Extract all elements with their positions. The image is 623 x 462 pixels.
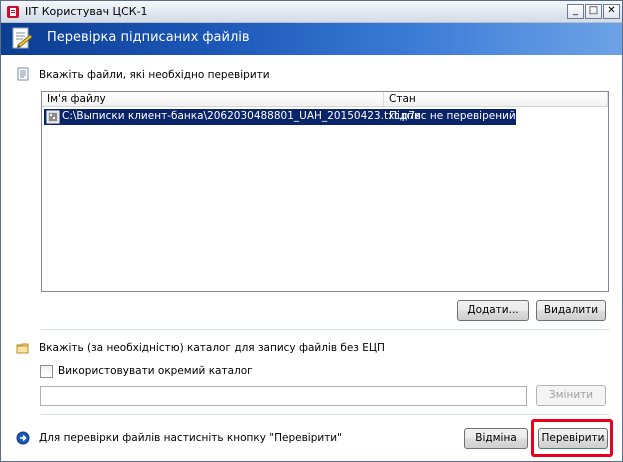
section-divider <box>41 414 609 415</box>
signed-document-icon <box>12 27 33 49</box>
separate-folder-checkbox[interactable] <box>40 365 53 378</box>
files-instruction: Вкажіть файли, які необхідно перевірити <box>39 69 270 81</box>
files-list[interactable]: Ім'я файлу Стан C:\Выписки клиент-банка\… <box>41 91 609 292</box>
signed-file-icon <box>46 110 60 124</box>
page-title: Перевірка підписаних файлів <box>47 30 250 45</box>
folder-path-input[interactable] <box>40 386 527 406</box>
header-banner: Перевірка підписаних файлів <box>1 23 622 55</box>
files-list-header: Ім'я файлу Стан <box>42 92 608 107</box>
remove-files-button[interactable]: Видалити <box>536 300 606 321</box>
change-folder-button[interactable]: Змінити <box>536 385 606 406</box>
section-divider <box>41 329 609 330</box>
column-header-status[interactable]: Стан <box>384 92 608 107</box>
column-header-filename[interactable]: Ім'я файлу <box>42 92 384 107</box>
main-window: ІІТ Користувач ЦСК-1 _ □ ✕ Перевірка під… <box>0 0 623 462</box>
table-row[interactable]: C:\Выписки клиент-банка\2062030488801_UA… <box>44 109 516 125</box>
app-icon <box>7 6 19 18</box>
maximize-button[interactable]: □ <box>585 4 602 19</box>
file-status-cell: Підпис не перевірений <box>389 110 516 122</box>
title-bar[interactable]: ІІТ Користувач ЦСК-1 _ □ ✕ <box>1 1 622 23</box>
folder-icon <box>16 343 29 354</box>
verify-button[interactable]: Перевірити <box>538 428 608 449</box>
add-files-button[interactable]: Додати... <box>457 300 529 321</box>
minimize-button[interactable]: _ <box>567 4 584 19</box>
file-path-cell: C:\Выписки клиент-банка\2062030488801_UA… <box>62 110 421 122</box>
separate-folder-label[interactable]: Використовувати окремий каталог <box>58 365 253 377</box>
document-icon <box>17 67 29 81</box>
close-button[interactable]: ✕ <box>603 4 620 19</box>
cancel-button[interactable]: Відміна <box>464 428 528 449</box>
info-arrow-icon <box>16 431 30 445</box>
folder-instruction: Вкажіть (за необхідністю) каталог для за… <box>39 342 385 354</box>
window-title: ІІТ Користувач ЦСК-1 <box>25 5 148 18</box>
footer-hint: Для перевірки файлів настисніть кнопку "… <box>39 432 342 444</box>
